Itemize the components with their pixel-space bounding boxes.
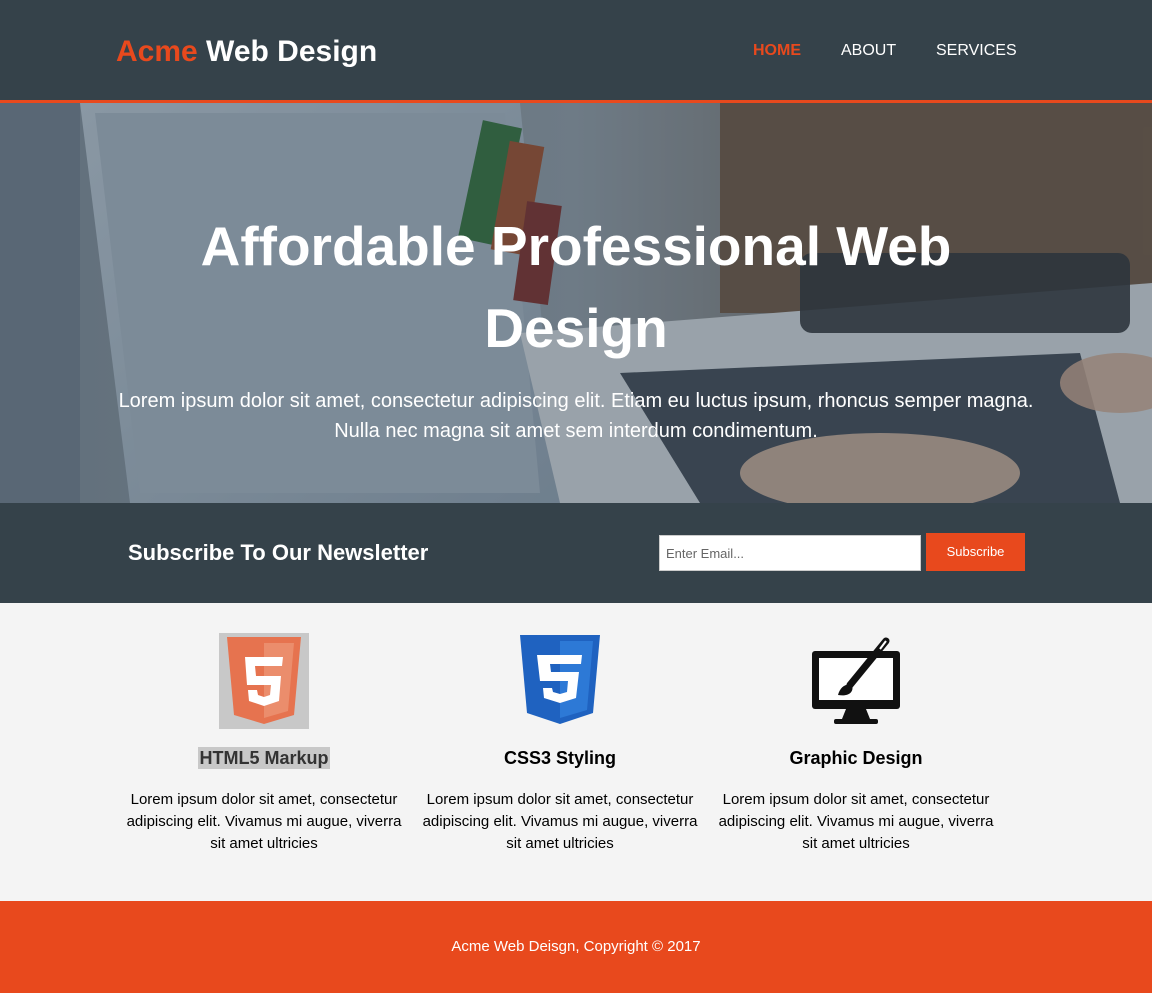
feature-box-graphic-design: Graphic Design Lorem ipsum dolor sit ame… [715, 633, 997, 855]
footer-copyright: Acme Web Deisgn, Copyright © 2017 [451, 938, 701, 955]
newsletter-heading: Subscribe To Our Newsletter [128, 540, 429, 565]
nav-link-home[interactable]: Home [753, 41, 801, 61]
feature-box-css3: CSS3 Styling Lorem ipsum dolor sit amet,… [419, 633, 701, 855]
feature-title-graphic-design: Graphic Design [789, 748, 923, 768]
nav-link-about[interactable]: About [841, 41, 896, 61]
site-footer: Acme Web Deisgn, Copyright © 2017 [0, 901, 1152, 993]
main-nav: Home About Services [0, 41, 1152, 63]
feature-text-css3: Lorem ipsum dolor sit amet, consectetur … [422, 791, 698, 852]
nav-link-services[interactable]: Services [936, 41, 1017, 61]
newsletter-section: Subscribe To Our Newsletter Subscribe [0, 503, 1152, 603]
html5-icon [219, 633, 309, 729]
graphic-design-monitor-icon [812, 637, 900, 724]
showcase-hero: Affordable Professional Web Design Lorem… [0, 103, 1152, 503]
features-section: HTML5 Markup Lorem ipsum dolor sit amet,… [0, 603, 1152, 901]
feature-title-html5: HTML5 Markup [198, 747, 330, 769]
feature-text-html5: Lorem ipsum dolor sit amet, consectetur … [126, 791, 402, 852]
css3-icon [520, 635, 600, 724]
feature-title-css3: CSS3 Styling [503, 748, 617, 768]
site-header: Acme Web Design Home About Services [0, 0, 1152, 103]
hero-text: Lorem ipsum dolor sit amet, consectetur … [118, 390, 1034, 442]
subscribe-button[interactable]: Subscribe [926, 533, 1025, 571]
hero-title: Affordable Professional Web Design [200, 215, 952, 359]
email-input[interactable] [659, 535, 921, 571]
feature-box-html5: HTML5 Markup Lorem ipsum dolor sit amet,… [123, 633, 405, 855]
feature-text-graphic-design: Lorem ipsum dolor sit amet, consectetur … [718, 791, 994, 852]
